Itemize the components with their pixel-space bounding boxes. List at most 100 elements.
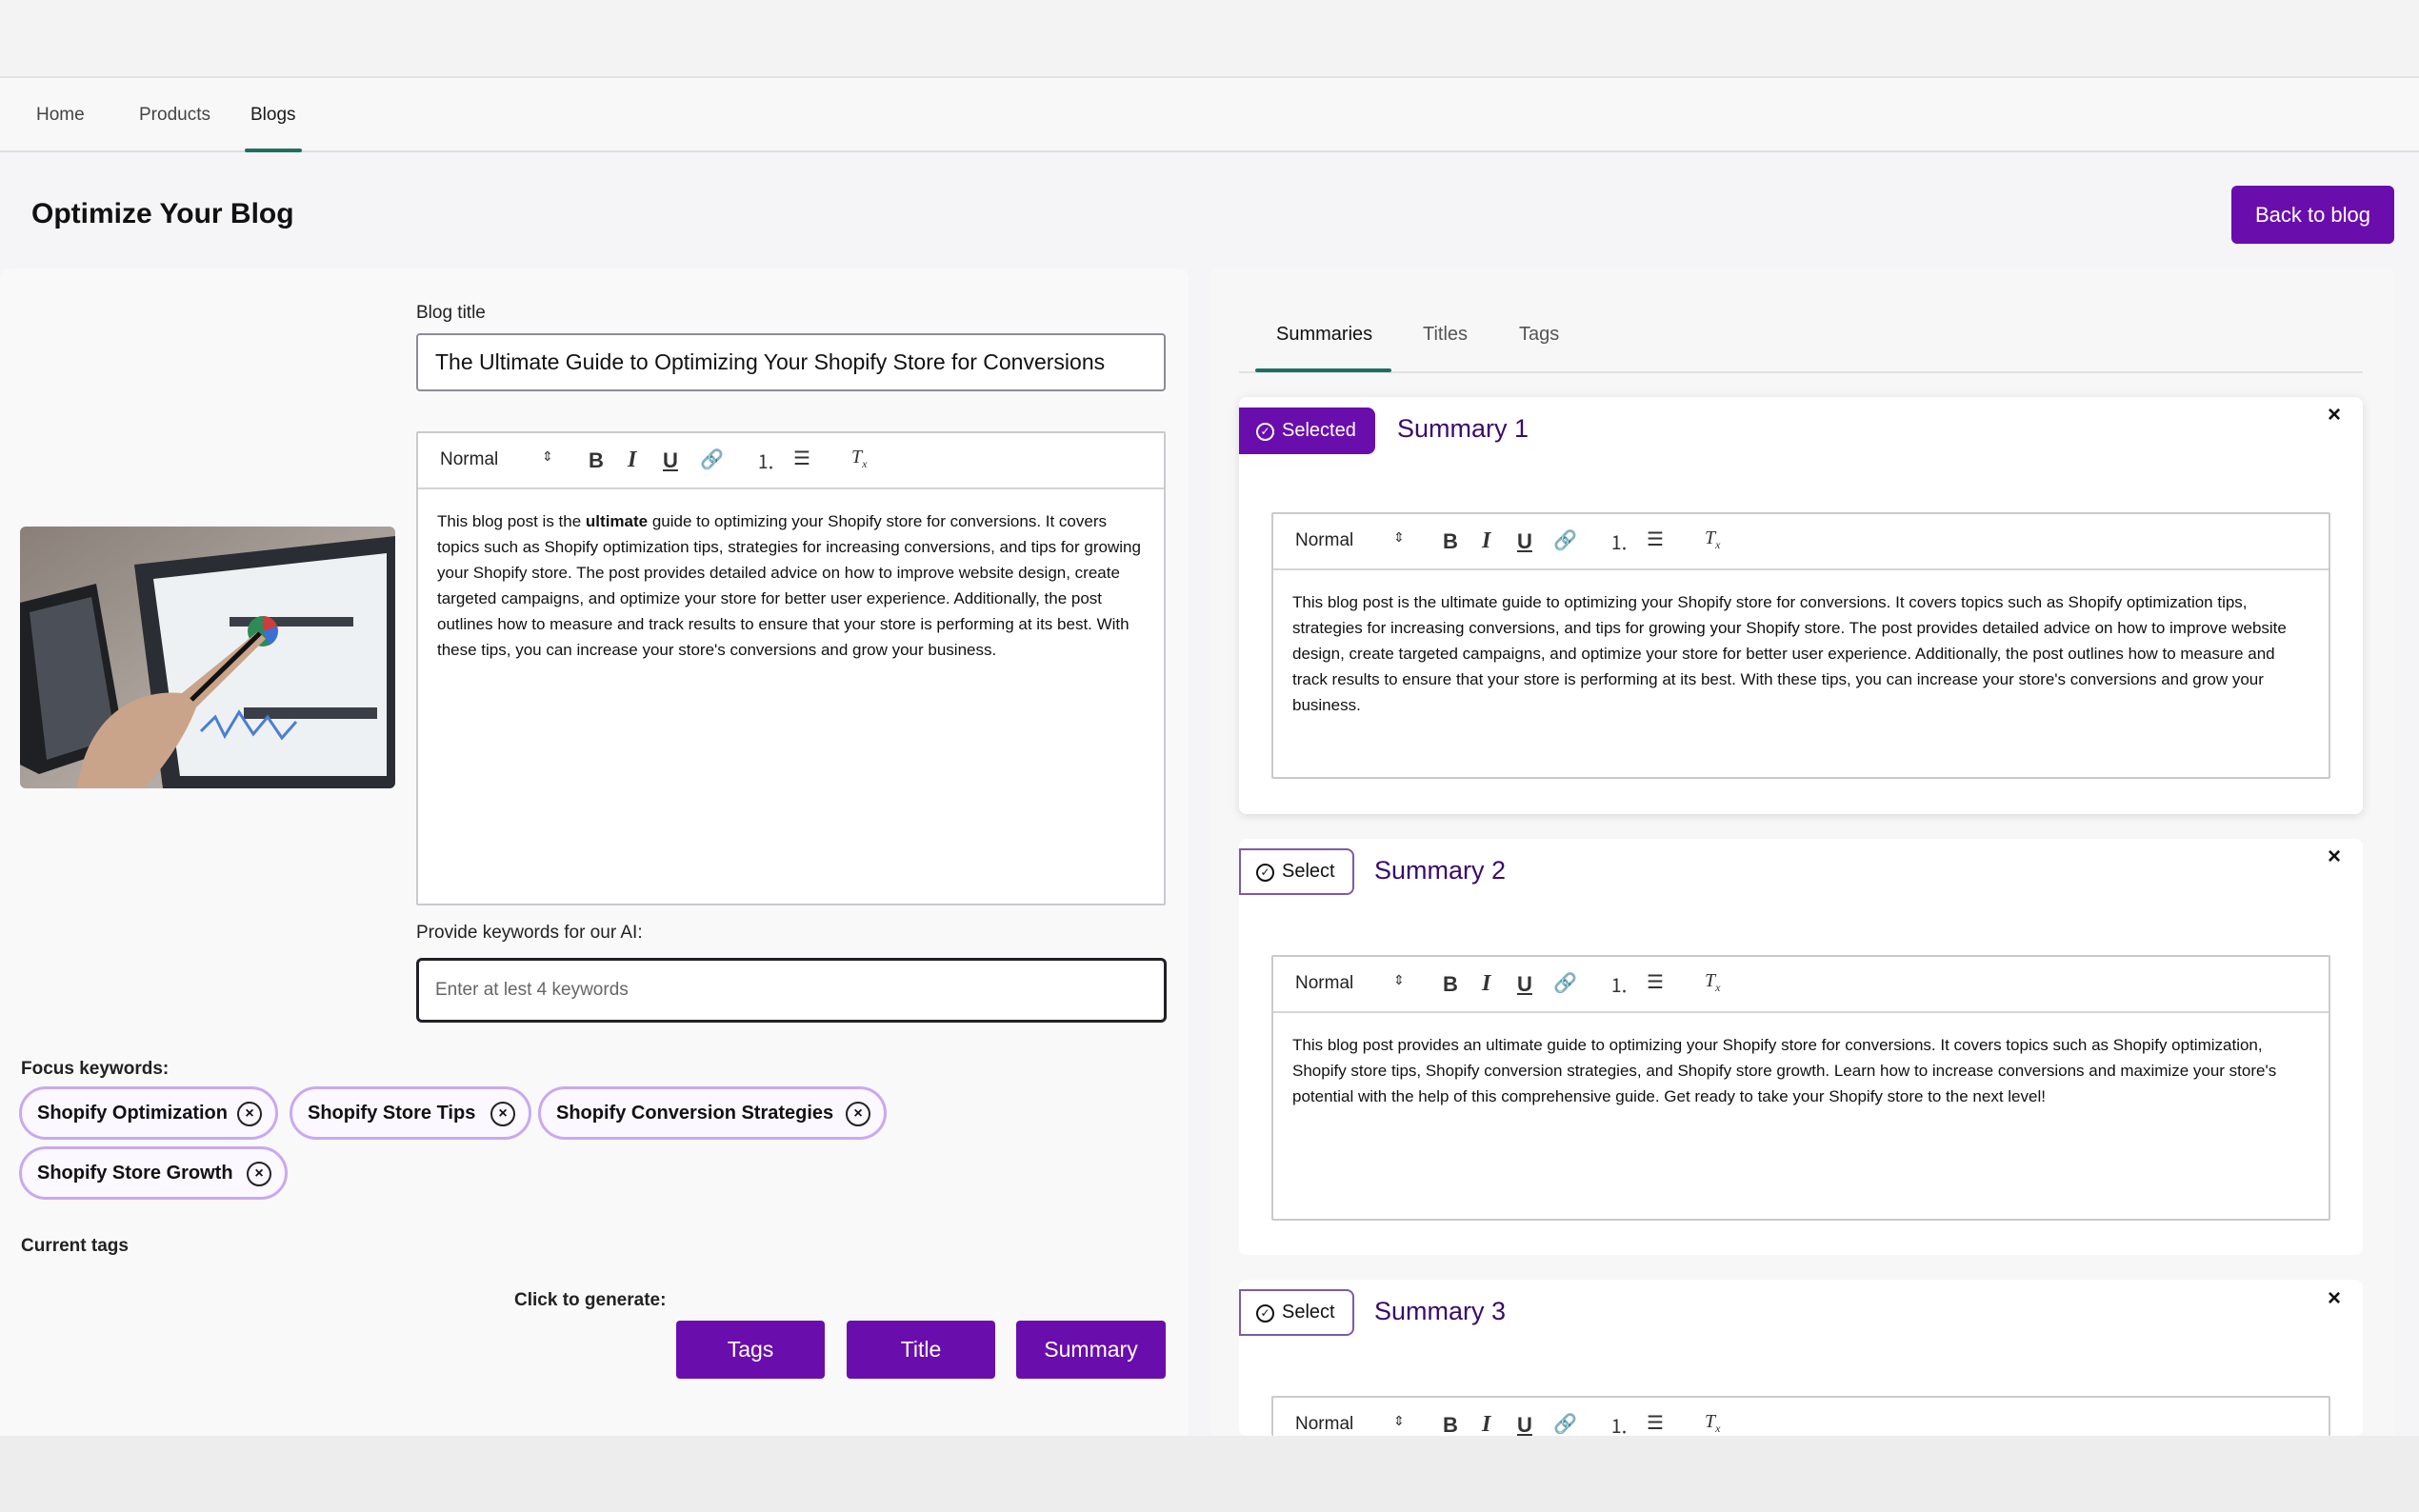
clear-format-icon[interactable]: Tx bbox=[851, 447, 867, 471]
remove-keyword-icon[interactable]: × bbox=[247, 1162, 271, 1186]
active-tab-indicator bbox=[1255, 368, 1391, 372]
tabs-divider bbox=[1239, 371, 2363, 373]
bullet-list-icon[interactable]: ☰ bbox=[793, 447, 810, 470]
clear-format-icon[interactable]: Tx bbox=[1705, 527, 1720, 552]
ordered-list-icon[interactable]: ⒈ bbox=[756, 447, 775, 474]
format-select[interactable]: Normal bbox=[1295, 530, 1353, 551]
select-summary-button[interactable]: ✓ Selected bbox=[1239, 408, 1375, 454]
italic-icon[interactable]: I bbox=[628, 448, 636, 473]
back-to-blog-button[interactable]: Back to blog bbox=[2231, 186, 2394, 244]
keyword-chip: Shopify Store Growth × bbox=[19, 1146, 288, 1200]
bullet-list-icon[interactable]: ☰ bbox=[1647, 1411, 1664, 1435]
keyword-chip-label: Shopify Conversion Strategies bbox=[556, 1103, 834, 1124]
ordered-list-icon[interactable]: ⒈ bbox=[1609, 970, 1629, 998]
nav-products[interactable]: Products bbox=[133, 78, 216, 152]
blog-image bbox=[20, 527, 395, 788]
format-select-arrows-icon[interactable]: ⇕ bbox=[542, 448, 553, 465]
remove-keyword-icon[interactable]: × bbox=[846, 1102, 870, 1126]
blog-title-input[interactable]: The Ultimate Guide to Optimizing Your Sh… bbox=[416, 333, 1166, 391]
check-circle-icon: ✓ bbox=[1256, 1304, 1274, 1323]
generate-label: Click to generate: bbox=[514, 1290, 667, 1310]
editor-toolbar: Normal ⇕ B I U 🔗 ⒈ ☰ Tx bbox=[1273, 514, 2329, 570]
main-nav: Home Products Blogs bbox=[0, 78, 2419, 152]
italic-icon[interactable]: I bbox=[1482, 971, 1490, 997]
tab-summaries[interactable]: Summaries bbox=[1276, 324, 1372, 346]
format-select[interactable]: Normal bbox=[1295, 1414, 1353, 1435]
current-tags-label: Current tags bbox=[21, 1236, 129, 1256]
editor-text: This blog post is the bbox=[437, 512, 586, 530]
nav-home[interactable]: Home bbox=[30, 78, 90, 152]
remove-keyword-icon[interactable]: × bbox=[490, 1102, 515, 1126]
select-label: Select bbox=[1282, 1302, 1335, 1323]
bullet-list-icon[interactable]: ☰ bbox=[1647, 527, 1664, 551]
underline-icon[interactable]: U bbox=[1517, 529, 1532, 554]
summary-editor[interactable]: Normal ⇕ B I U 🔗 ⒈ ☰ Tx This blog post i… bbox=[1271, 512, 2330, 779]
link-icon[interactable]: 🔗 bbox=[1553, 1412, 1577, 1436]
format-select[interactable]: Normal bbox=[1295, 973, 1353, 994]
format-select-arrows-icon[interactable]: ⇕ bbox=[1393, 972, 1405, 988]
summary-title: Summary 1 bbox=[1397, 414, 1529, 443]
italic-icon[interactable]: I bbox=[1482, 528, 1490, 554]
underline-icon[interactable]: U bbox=[1517, 1413, 1532, 1436]
bullet-list-icon[interactable]: ☰ bbox=[1647, 970, 1664, 994]
tab-tags[interactable]: Tags bbox=[1519, 324, 1559, 346]
keyword-chip: Shopify Optimization × bbox=[19, 1086, 278, 1140]
summary-title: Summary 2 bbox=[1374, 856, 1507, 885]
select-label: Selected bbox=[1282, 420, 1356, 441]
underline-icon[interactable]: U bbox=[663, 448, 678, 473]
format-select-arrows-icon[interactable]: ⇕ bbox=[1393, 1413, 1405, 1429]
select-label: Select bbox=[1282, 861, 1335, 882]
editor-text-bold: ultimate bbox=[585, 512, 649, 530]
italic-icon[interactable]: I bbox=[1482, 1412, 1490, 1436]
keyword-chip: Shopify Conversion Strategies × bbox=[538, 1086, 887, 1140]
keyword-chip: Shopify Store Tips × bbox=[290, 1086, 531, 1140]
format-select-arrows-icon[interactable]: ⇕ bbox=[1393, 529, 1405, 546]
close-icon[interactable]: × bbox=[2328, 402, 2341, 428]
select-summary-button[interactable]: ✓ Select bbox=[1239, 848, 1354, 895]
tab-titles[interactable]: Titles bbox=[1423, 324, 1468, 346]
summary-editor[interactable]: Normal ⇕ B I U 🔗 ⒈ ☰ Tx This blog post p… bbox=[1271, 955, 2330, 1221]
generate-summary-button[interactable]: Summary bbox=[1016, 1321, 1166, 1379]
summary-content[interactable]: This blog post provides an ultimate guid… bbox=[1292, 1032, 2309, 1109]
underline-icon[interactable]: U bbox=[1517, 972, 1532, 997]
editor-toolbar: Normal ⇕ B I U 🔗 ⒈ ☰ Tx bbox=[1273, 1398, 2329, 1436]
bold-icon[interactable]: B bbox=[1443, 1413, 1458, 1436]
summary-editor[interactable]: Normal ⇕ B I U 🔗 ⒈ ☰ Tx bbox=[1271, 1396, 2330, 1436]
ordered-list-icon[interactable]: ⒈ bbox=[1609, 1411, 1629, 1436]
select-summary-button[interactable]: ✓ Select bbox=[1239, 1289, 1354, 1336]
nav-blogs[interactable]: Blogs bbox=[245, 78, 302, 152]
close-icon[interactable]: × bbox=[2328, 844, 2341, 870]
blog-content-editor[interactable]: Normal ⇕ B I U 🔗 ⒈ ☰ Tx This blog post i… bbox=[416, 431, 1166, 905]
top-bar bbox=[0, 0, 2419, 78]
keyword-chip-label: Shopify Store Growth bbox=[37, 1163, 233, 1184]
focus-keywords-label: Focus keywords: bbox=[21, 1059, 170, 1079]
clear-format-icon[interactable]: Tx bbox=[1705, 1411, 1720, 1436]
link-icon[interactable]: 🔗 bbox=[1553, 528, 1577, 552]
editor-text: guide to optimizing your Shopify store f… bbox=[437, 512, 1141, 659]
remove-keyword-icon[interactable]: × bbox=[237, 1102, 262, 1126]
link-icon[interactable]: 🔗 bbox=[700, 448, 724, 471]
generate-title-button[interactable]: Title bbox=[847, 1321, 995, 1379]
clear-format-icon[interactable]: Tx bbox=[1705, 970, 1720, 995]
bold-icon[interactable]: B bbox=[589, 448, 604, 473]
editor-content[interactable]: This blog post is the ultimate guide to … bbox=[437, 508, 1145, 663]
keywords-input[interactable]: Enter at lest 4 keywords bbox=[416, 958, 1167, 1023]
generate-tags-button[interactable]: Tags bbox=[676, 1321, 825, 1379]
editor-toolbar: Normal ⇕ B I U 🔗 ⒈ ☰ Tx bbox=[1273, 957, 2329, 1013]
close-icon[interactable]: × bbox=[2328, 1285, 2341, 1312]
link-icon[interactable]: 🔗 bbox=[1553, 971, 1577, 995]
page-bottom bbox=[0, 1436, 2419, 1512]
format-select[interactable]: Normal bbox=[440, 449, 498, 470]
ordered-list-icon[interactable]: ⒈ bbox=[1609, 527, 1629, 555]
bold-icon[interactable]: B bbox=[1443, 972, 1458, 997]
page-title: Optimize Your Blog bbox=[31, 198, 294, 229]
bold-icon[interactable]: B bbox=[1443, 529, 1458, 554]
check-circle-icon: ✓ bbox=[1256, 423, 1274, 441]
blog-title-label: Blog title bbox=[416, 303, 486, 323]
keywords-label: Provide keywords for our AI: bbox=[416, 923, 643, 943]
summary-content[interactable]: This blog post is the ultimate guide to … bbox=[1292, 589, 2309, 718]
editor-toolbar: Normal ⇕ B I U 🔗 ⒈ ☰ Tx bbox=[418, 433, 1164, 489]
check-circle-icon: ✓ bbox=[1256, 864, 1274, 882]
keyword-chip-label: Shopify Optimization bbox=[37, 1103, 228, 1124]
keyword-chip-label: Shopify Store Tips bbox=[308, 1103, 476, 1124]
